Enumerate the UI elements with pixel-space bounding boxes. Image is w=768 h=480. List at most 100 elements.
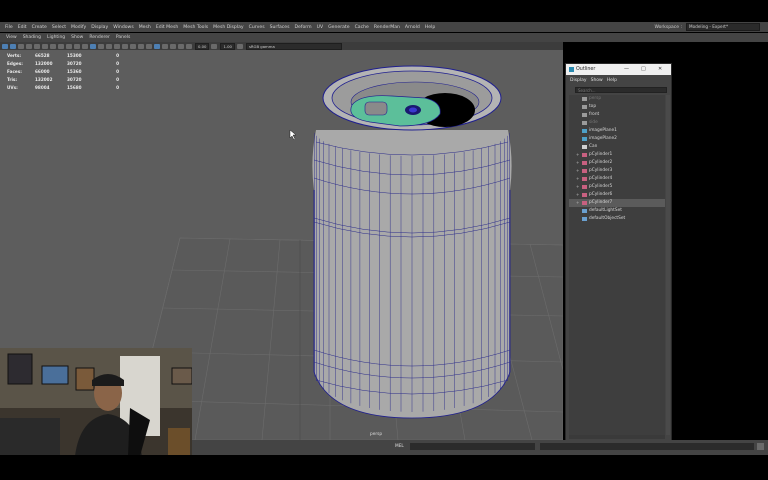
menu-surfaces[interactable]: Surfaces	[270, 25, 290, 30]
outliner-search-input[interactable]: Search...	[575, 87, 667, 93]
menu-select[interactable]: Select	[52, 25, 66, 30]
safe-action-icon[interactable]	[74, 43, 80, 49]
script-editor-icon[interactable]	[757, 443, 764, 450]
outliner-item[interactable]: top	[569, 103, 665, 111]
menu-generate[interactable]: Generate	[328, 25, 349, 30]
shadows-icon[interactable]	[122, 43, 128, 49]
menu-arnold[interactable]: Arnold	[405, 25, 420, 30]
ambient-occlusion-icon[interactable]	[130, 43, 136, 49]
can-mesh[interactable]	[312, 65, 512, 419]
mel-label[interactable]: MEL	[395, 444, 404, 449]
xray-joints-icon[interactable]	[162, 43, 168, 49]
menu-curves[interactable]: Curves	[249, 25, 265, 30]
gamma-field[interactable]: 1.00	[220, 42, 235, 50]
isolate-select-icon[interactable]	[170, 43, 176, 49]
menu-create[interactable]: Create	[32, 25, 47, 30]
maximize-icon[interactable]: □	[641, 66, 646, 72]
workspace-dropdown[interactable]: Modeling - Expert*	[686, 23, 760, 31]
motion-blur-icon[interactable]	[138, 43, 144, 49]
hud-icon[interactable]	[178, 43, 184, 49]
outliner-menu-help[interactable]: Help	[607, 78, 617, 83]
menu-help[interactable]: Help	[425, 25, 435, 30]
outliner-item[interactable]: Can	[569, 143, 665, 151]
expand-icon[interactable]: +	[576, 175, 579, 183]
bookmark-icon[interactable]	[18, 43, 24, 49]
expand-icon[interactable]: +	[576, 191, 579, 199]
smooth-shade-icon[interactable]	[98, 43, 104, 49]
outliner-item[interactable]: persp	[569, 95, 665, 103]
panel-menu-panels[interactable]: Panels	[116, 35, 130, 40]
outliner-item-label: pCylinder5	[589, 184, 613, 189]
menu-modify[interactable]: Modify	[71, 25, 86, 30]
outliner-item-label: pCylinder6	[589, 192, 613, 197]
panel-menu-show[interactable]: Show	[71, 35, 83, 40]
resolution-gate-icon[interactable]	[50, 43, 56, 49]
menu-uv[interactable]: UV	[317, 25, 324, 30]
panel-menu-lighting[interactable]: Lighting	[47, 35, 65, 40]
outliner-menu-show[interactable]: Show	[591, 78, 603, 83]
safe-title-icon[interactable]	[82, 43, 88, 49]
expand-icon[interactable]: +	[576, 167, 579, 175]
select-camera-icon[interactable]	[2, 43, 8, 49]
outliner-item[interactable]: front	[569, 111, 665, 119]
camera-attributes-icon[interactable]	[10, 43, 16, 49]
outliner-item[interactable]: defaultLightSet	[569, 207, 665, 215]
outliner-item[interactable]: + pCylinder3	[569, 167, 665, 175]
outliner-item[interactable]: imagePlane1	[569, 127, 665, 135]
exposure-field[interactable]: 0.00	[195, 42, 210, 50]
exposure-icon[interactable]	[186, 43, 192, 49]
menu-cache[interactable]: Cache	[355, 25, 369, 30]
textured-icon[interactable]	[106, 43, 112, 49]
outliner-item[interactable]: + pCylinder7	[569, 199, 665, 207]
film-gate-icon[interactable]	[42, 43, 48, 49]
outliner-hscrollbar[interactable]	[569, 435, 665, 439]
menu-file[interactable]: File	[5, 25, 13, 30]
expand-icon[interactable]: +	[576, 159, 579, 167]
outliner-vscrollbar[interactable]	[666, 95, 670, 435]
outliner-item[interactable]: + pCylinder1	[569, 151, 665, 159]
camera-icon	[582, 113, 587, 117]
menu-mesh-display[interactable]: Mesh Display	[213, 25, 244, 30]
grid-icon[interactable]	[34, 43, 40, 49]
outliner-item[interactable]: + pCylinder6	[569, 191, 665, 199]
expand-icon[interactable]: +	[576, 183, 579, 191]
wireframe-icon[interactable]	[90, 43, 96, 49]
expand-icon[interactable]: +	[576, 199, 579, 207]
outliner-item[interactable]: defaultObjectSet	[569, 215, 665, 223]
outliner-item[interactable]: + pCylinder2	[569, 159, 665, 167]
image-plane-icon[interactable]	[26, 43, 32, 49]
menu-deform[interactable]: Deform	[295, 25, 312, 30]
expand-icon[interactable]: +	[576, 151, 579, 159]
menu-mesh-tools[interactable]: Mesh Tools	[183, 25, 208, 30]
panel-menu-shading[interactable]: Shading	[23, 35, 41, 40]
lights-icon[interactable]	[114, 43, 120, 49]
field-chart-icon[interactable]	[66, 43, 72, 49]
menu-edit[interactable]: Edit	[18, 25, 27, 30]
outliner-menu-display[interactable]: Display	[570, 78, 587, 83]
outliner-item[interactable]: side	[569, 119, 665, 127]
hud-value: 30720	[67, 60, 82, 66]
panel-menu-renderer[interactable]: Renderer	[89, 35, 110, 40]
panel-menu-view[interactable]: View	[6, 35, 17, 40]
view-transform-dropdown[interactable]: sRGB gamma	[245, 42, 342, 50]
outliner-item[interactable]: + pCylinder4	[569, 175, 665, 183]
minimize-icon[interactable]: —	[624, 66, 629, 72]
xray-icon[interactable]	[154, 43, 160, 49]
command-input[interactable]	[410, 443, 535, 450]
outliner-item[interactable]: + pCylinder5	[569, 183, 665, 191]
color-management-icon[interactable]	[236, 43, 243, 49]
close-icon[interactable]: ✕	[658, 66, 662, 72]
menu-edit-mesh[interactable]: Edit Mesh	[156, 25, 178, 30]
hud-value: 98004	[35, 84, 50, 90]
outliner-item[interactable]: imagePlane2	[569, 135, 665, 143]
gate-mask-icon[interactable]	[58, 43, 64, 49]
gamma-icon[interactable]	[211, 43, 218, 49]
menu-display[interactable]: Display	[91, 25, 108, 30]
mesh-icon	[582, 177, 587, 181]
outliner-item-label: pCylinder3	[589, 168, 613, 173]
menu-mesh[interactable]: Mesh	[139, 25, 151, 30]
menu-windows[interactable]: Windows	[113, 25, 134, 30]
anti-alias-icon[interactable]	[146, 43, 152, 49]
outliner-titlebar[interactable]: Outliner — □ ✕	[566, 64, 671, 75]
menu-renderman[interactable]: RenderMan	[374, 25, 400, 30]
